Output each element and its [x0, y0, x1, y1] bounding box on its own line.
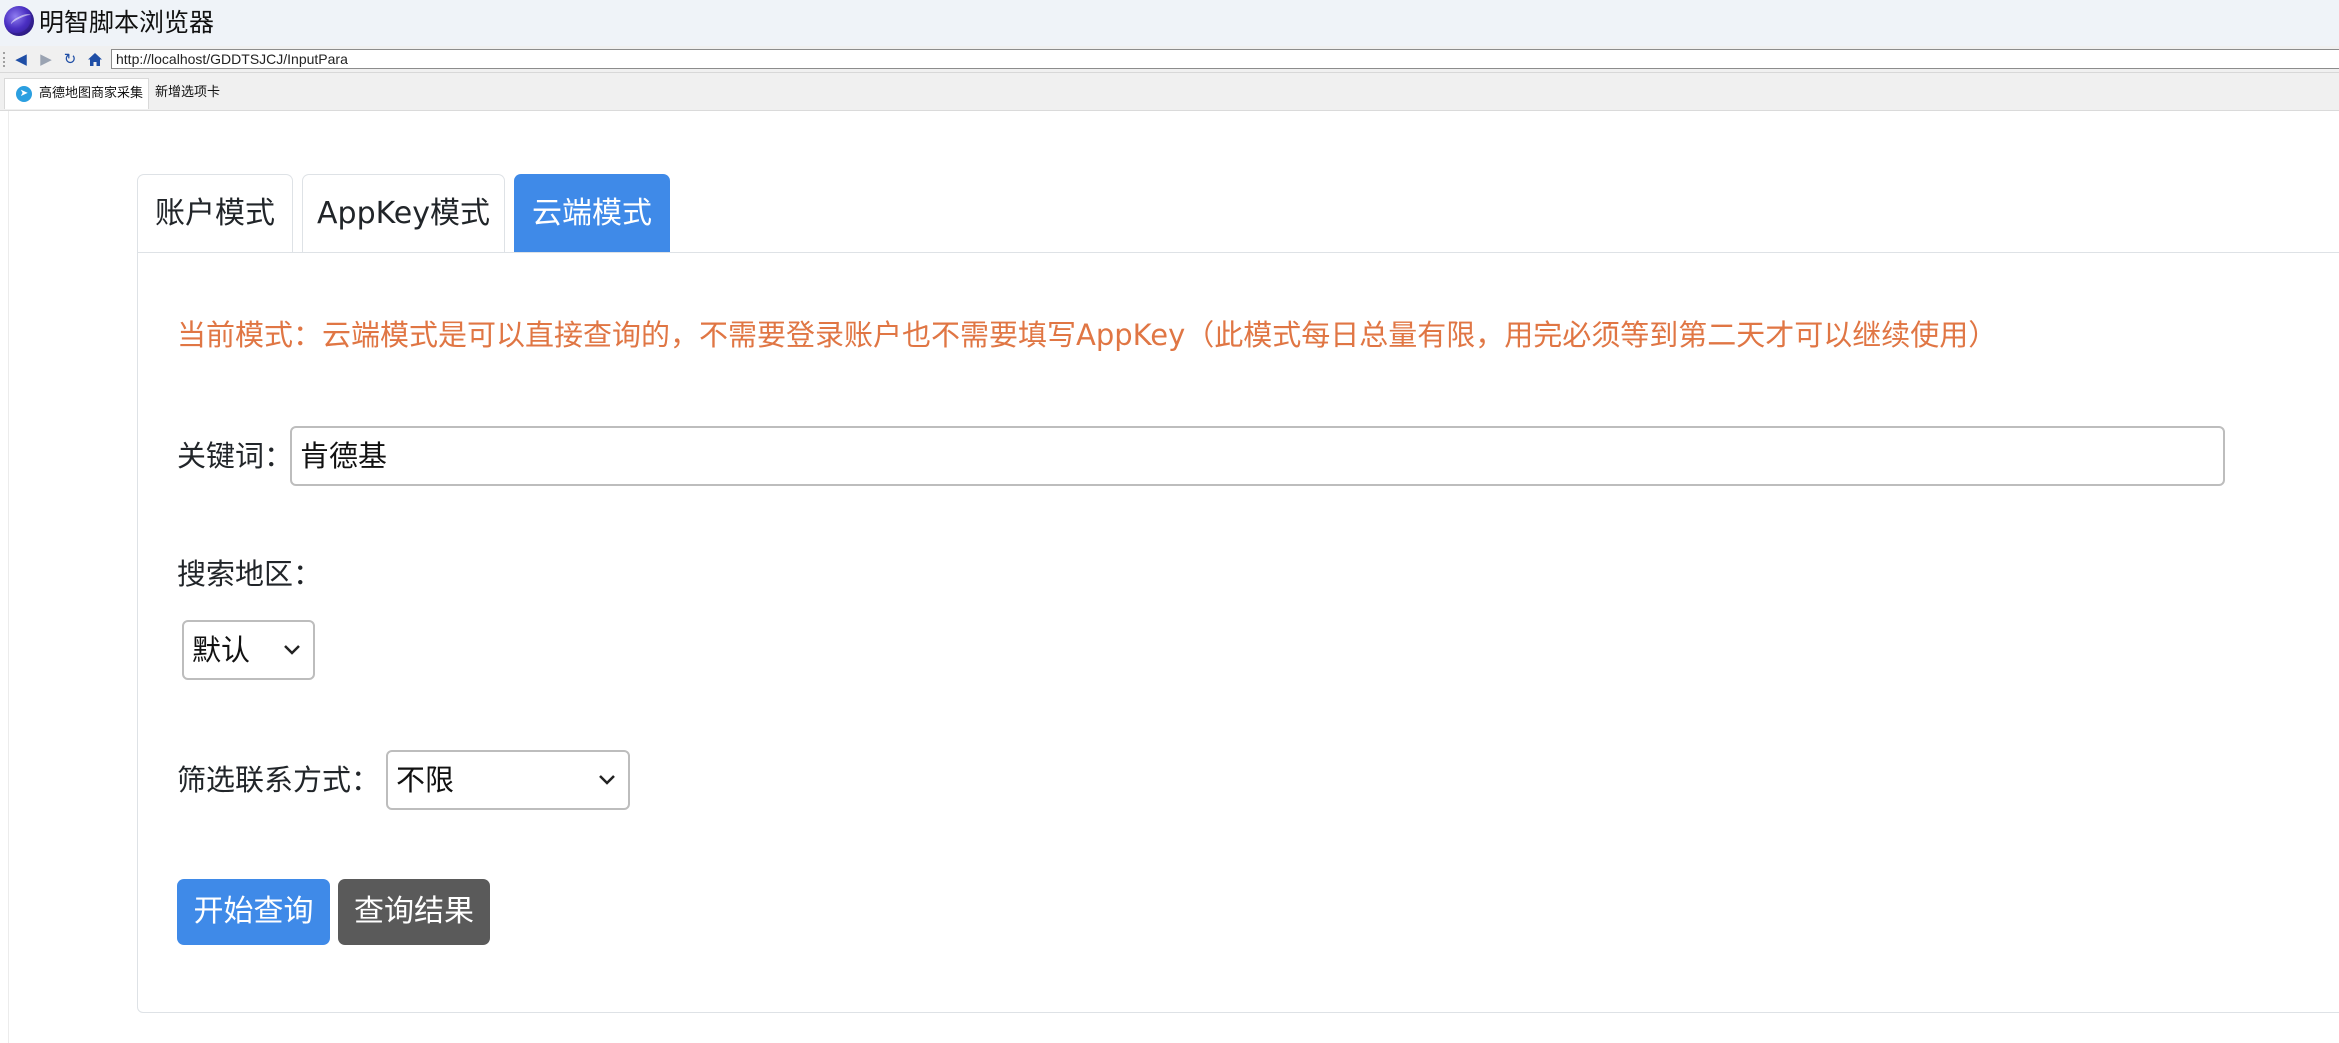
- navigation-bar: ◀ ▶ ↻ http://localhost/GDDTSJCJ/InputPar…: [0, 46, 2339, 73]
- contact-filter-label: 筛选联系方式：: [177, 763, 381, 797]
- app-logo-icon: [4, 6, 34, 36]
- telegram-plane-icon: ➤: [16, 86, 32, 102]
- browser-tab-strip: ➤ 高德地图商家采集 新增选项卡: [0, 73, 2339, 111]
- chevron-down-icon: [284, 645, 300, 655]
- tab-cloud-mode[interactable]: 云端模式: [514, 174, 670, 252]
- region-select[interactable]: 默认: [182, 620, 315, 680]
- back-icon: ◀: [15, 49, 27, 68]
- chevron-down-icon: [599, 775, 615, 785]
- home-icon: [88, 52, 102, 66]
- keyword-input[interactable]: 肯德基: [290, 426, 2225, 486]
- home-button[interactable]: [85, 49, 105, 69]
- region-label: 搜索地区：: [177, 557, 323, 591]
- forward-icon: ▶: [40, 49, 52, 68]
- address-bar[interactable]: http://localhost/GDDTSJCJ/InputPara: [111, 49, 2339, 69]
- window-title: 明智脚本浏览器: [39, 8, 215, 37]
- back-button[interactable]: ◀: [11, 49, 31, 69]
- contact-filter-select[interactable]: 不限: [386, 750, 630, 810]
- tab-appkey-mode[interactable]: AppKey模式: [302, 174, 505, 252]
- page-left-border: [8, 111, 9, 1043]
- start-query-button[interactable]: 开始查询: [177, 879, 330, 945]
- window-titlebar: 明智脚本浏览器: [0, 0, 2339, 46]
- keyword-label: 关键词：: [177, 439, 294, 473]
- browser-tab-label: 高德地图商家采集: [39, 86, 144, 101]
- region-select-value: 默认: [192, 633, 251, 667]
- browser-tab-label: 新增选项卡: [155, 85, 221, 100]
- refresh-icon: ↻: [63, 49, 77, 68]
- browser-tab-new[interactable]: 新增选项卡: [155, 78, 235, 108]
- query-results-button[interactable]: 查询结果: [338, 879, 490, 945]
- browser-tab-gaode[interactable]: ➤ 高德地图商家采集: [4, 78, 149, 109]
- contact-filter-value: 不限: [396, 763, 455, 797]
- toolbar-grip: [3, 52, 7, 67]
- mode-notice: 当前模式：云端模式是可以直接查询的，不需要登录账户也不需要填写AppKey（此模…: [177, 318, 1998, 352]
- page-content: 账户模式 AppKey模式 云端模式 当前模式：云端模式是可以直接查询的，不需要…: [0, 111, 2339, 1043]
- refresh-button[interactable]: ↻: [60, 49, 80, 69]
- forward-button[interactable]: ▶: [36, 49, 56, 69]
- tab-account-mode[interactable]: 账户模式: [137, 174, 293, 252]
